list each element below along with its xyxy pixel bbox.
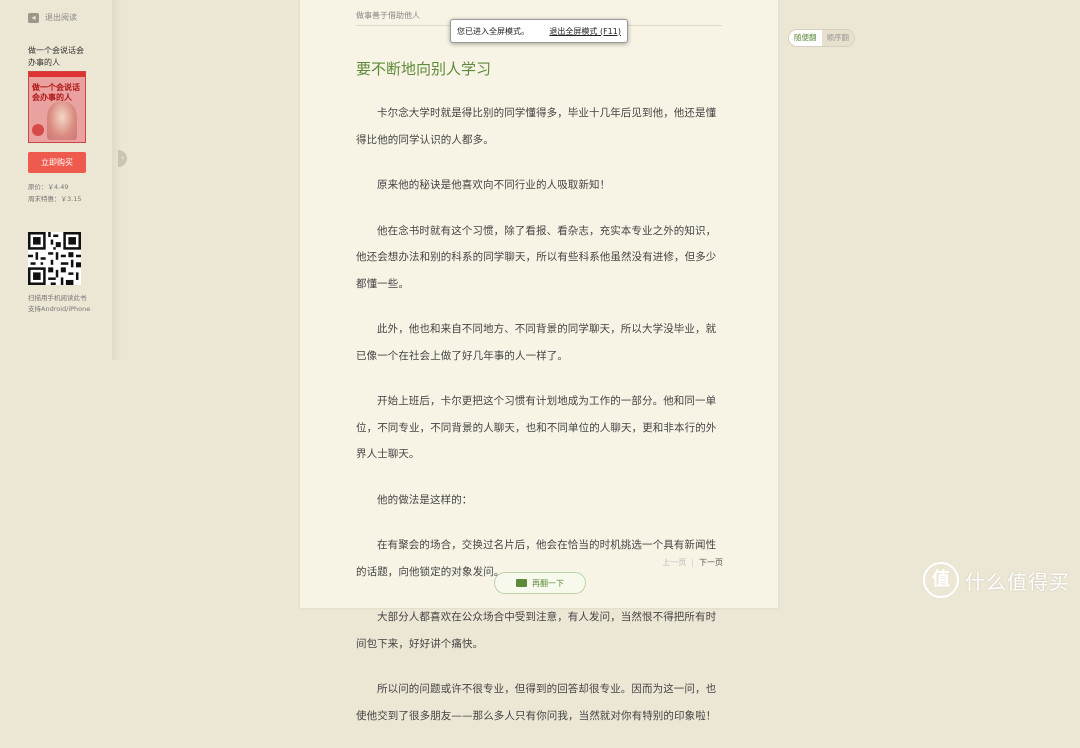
paragraph: 他的做法是这样的： xyxy=(377,493,473,506)
book-cover[interactable]: 做一个会说话会办事的人 xyxy=(28,71,86,143)
cover-flower-art xyxy=(32,124,44,136)
flip-again-button[interactable]: 再翻一下 xyxy=(494,572,586,594)
section-title: 要不断地向别人学习 xyxy=(356,60,492,78)
sidebar-divider xyxy=(112,0,122,360)
book-sidebar: ◂ 退出阅读 做一个会说话会办事的人 做一个会说话会办事的人 立即购买 原价：￥… xyxy=(0,0,118,608)
exit-reading-label: 退出阅读 xyxy=(45,13,77,22)
cover-title-art: 做一个会说话会办事的人 xyxy=(32,82,80,102)
qr-code xyxy=(28,232,81,285)
chapter-header: 做事善于借助他人 xyxy=(356,11,420,20)
paragraph: 大部分人都喜欢在公众场合中受到注意，有人发问，当然恨不得把所有时间包下来，好好讲… xyxy=(356,611,717,650)
buy-now-button[interactable]: 立即购买 xyxy=(28,152,86,173)
fullscreen-message: 您已进入全屏模式。 xyxy=(457,26,529,36)
qr-caption-platforms: 支持Android/iPhone xyxy=(28,305,91,313)
paragraph: 卡尔念大学时就是得比别的同学懂得多，毕业十几年后见到他，他还是懂得比他的同学认识… xyxy=(356,107,717,146)
paragraph: 所以问的问题或许不很专业，但得到的回答却很专业。因而为这一问，也使他交到了很多朋… xyxy=(356,683,717,722)
qr-caption-scan: 扫描用手机阅读此书 xyxy=(28,294,87,302)
book-flip-icon xyxy=(516,579,527,587)
pagination: 上一页 | 下一页 xyxy=(662,557,723,568)
weekend-price: 周末特惠：￥3.15 xyxy=(28,195,82,203)
watermark-text: 什么值得买 xyxy=(965,569,1070,594)
random-flip-option[interactable]: 随便翻 xyxy=(789,30,822,46)
article-body: 卡尔念大学时就是得比别的同学懂得多，毕业十几年后见到他，他还是懂得比他的同学认识… xyxy=(356,100,725,748)
back-arrow-icon: ◂ xyxy=(28,12,39,23)
cover-figure-art xyxy=(47,102,77,140)
site-watermark: 值 什么值得买 xyxy=(923,562,1070,598)
fullscreen-notice: 您已进入全屏模式。 退出全屏模式 (F11) xyxy=(450,19,628,43)
paragraph: 原来他的秘诀是他喜欢向不同行业的人吸取新知！ xyxy=(377,179,611,191)
original-price: 原价：￥4.49 xyxy=(28,183,69,191)
watermark-logo-icon: 值 xyxy=(923,562,959,598)
chevron-left-icon: ‹ xyxy=(121,154,124,162)
exit-fullscreen-link[interactable]: 退出全屏模式 (F11) xyxy=(549,26,621,37)
pager-separator: | xyxy=(691,558,694,567)
prev-page-link[interactable]: 上一页 xyxy=(662,558,686,567)
reading-mode-toggle: 随便翻 顺序翻 xyxy=(788,29,855,47)
reading-page: 做事善于借助他人 要不断地向别人学习 卡尔念大学时就是得比别的同学懂得多，毕业十… xyxy=(300,0,778,722)
flip-again-label: 再翻一下 xyxy=(532,578,564,588)
cover-band xyxy=(29,72,85,77)
paragraph: 他在念书时就有这个习惯，除了看报、看杂志，充实本专业之外的知识，他还会想办法和别… xyxy=(356,224,717,290)
next-page-link[interactable]: 下一页 xyxy=(699,558,723,567)
exit-reading-link[interactable]: ◂ 退出阅读 xyxy=(28,12,77,23)
collapse-sidebar-toggle[interactable]: ‹ xyxy=(118,150,127,167)
book-title[interactable]: 做一个会说话会办事的人 xyxy=(28,45,90,69)
sequential-flip-option[interactable]: 顺序翻 xyxy=(821,30,854,46)
paragraph: 此外，他也和来自不同地方、不同背景的同学聊天，所以大学没毕业，就已像一个在社会上… xyxy=(356,323,717,362)
paragraph: 开始上班后，卡尔更把这个习惯有计划地成为工作的一部分。他和同一单位，不同专业，不… xyxy=(356,395,717,460)
